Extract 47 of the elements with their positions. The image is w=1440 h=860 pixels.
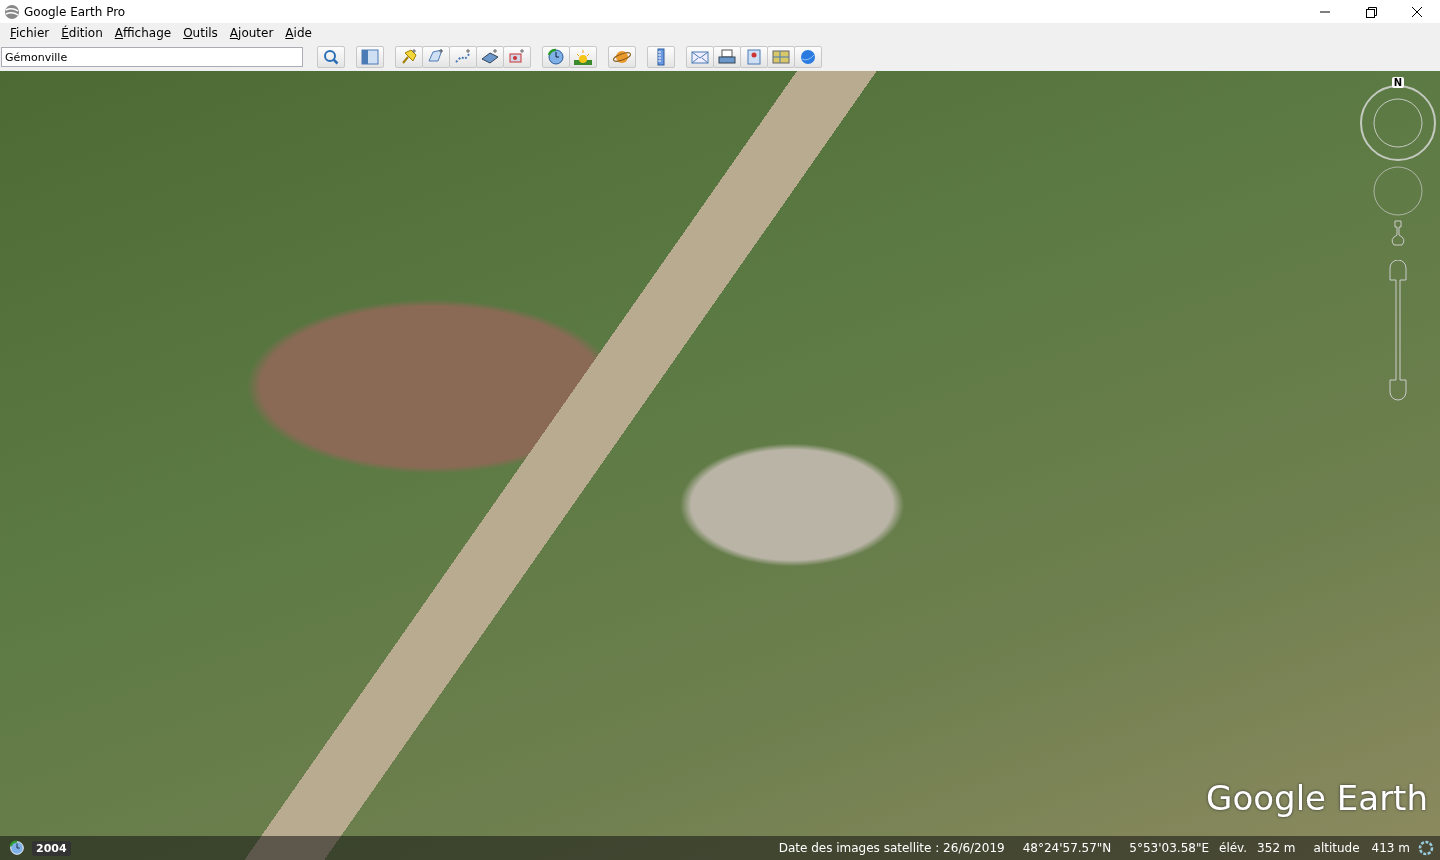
pushpin-button[interactable] [395, 46, 423, 68]
app-logo: Google Earth [1206, 778, 1428, 818]
map-icon [771, 47, 791, 67]
menu-item[interactable]: Ajouter [223, 26, 280, 40]
imagery-date: Date des images satellite : 26/6/2019 [778, 841, 1005, 855]
clock-icon [546, 47, 566, 67]
elevation-value: 352 m [1257, 841, 1296, 855]
zoom-slider-icon[interactable] [1387, 260, 1409, 402]
loading-spinner-icon [1418, 840, 1434, 856]
camera-button[interactable] [503, 46, 531, 68]
longitude: 5°53'03.58"E [1129, 841, 1209, 855]
menu-item[interactable]: Édition [55, 26, 109, 40]
menu-item[interactable]: Affichage [108, 26, 178, 40]
map-button[interactable] [767, 46, 795, 68]
globe-icon [798, 47, 818, 67]
elevation-label: élév. [1219, 841, 1248, 855]
image-button[interactable] [740, 46, 768, 68]
planet-button[interactable] [608, 46, 636, 68]
globe-button[interactable] [794, 46, 822, 68]
search-field[interactable]: Gémonville [1, 47, 303, 67]
overlay-button[interactable] [476, 46, 504, 68]
north-label[interactable]: N [1391, 77, 1405, 88]
menu-item[interactable]: Aide [279, 26, 318, 40]
satellite-photo[interactable] [0, 71, 1440, 860]
latitude: 48°24'57.57"N [1022, 841, 1112, 855]
printer-icon [717, 47, 737, 67]
altitude-value: 413 m [1371, 841, 1410, 855]
clock-button[interactable] [542, 46, 570, 68]
sidebar-toggle-icon [360, 47, 380, 67]
altitude-label: altitude [1313, 841, 1360, 855]
printer-button[interactable] [713, 46, 741, 68]
window-title: Google Earth Pro [24, 4, 127, 19]
menu-item[interactable]: Fichier [4, 26, 56, 40]
search-icon [321, 47, 341, 67]
ruler-button[interactable] [647, 46, 675, 68]
clock-icon[interactable] [8, 839, 26, 857]
app-logo-icon [4, 3, 20, 20]
envelope-button[interactable] [686, 46, 714, 68]
polygon-button[interactable] [422, 46, 450, 68]
compass-ring-icon[interactable] [1359, 84, 1437, 162]
menu-item[interactable]: Outils [177, 26, 224, 40]
path-button[interactable] [449, 46, 477, 68]
search-button[interactable] [317, 46, 345, 68]
sunrise-button[interactable] [569, 46, 597, 68]
sunrise-icon [573, 47, 593, 67]
image-icon [744, 47, 764, 67]
sidebar-toggle-button[interactable] [356, 46, 384, 68]
